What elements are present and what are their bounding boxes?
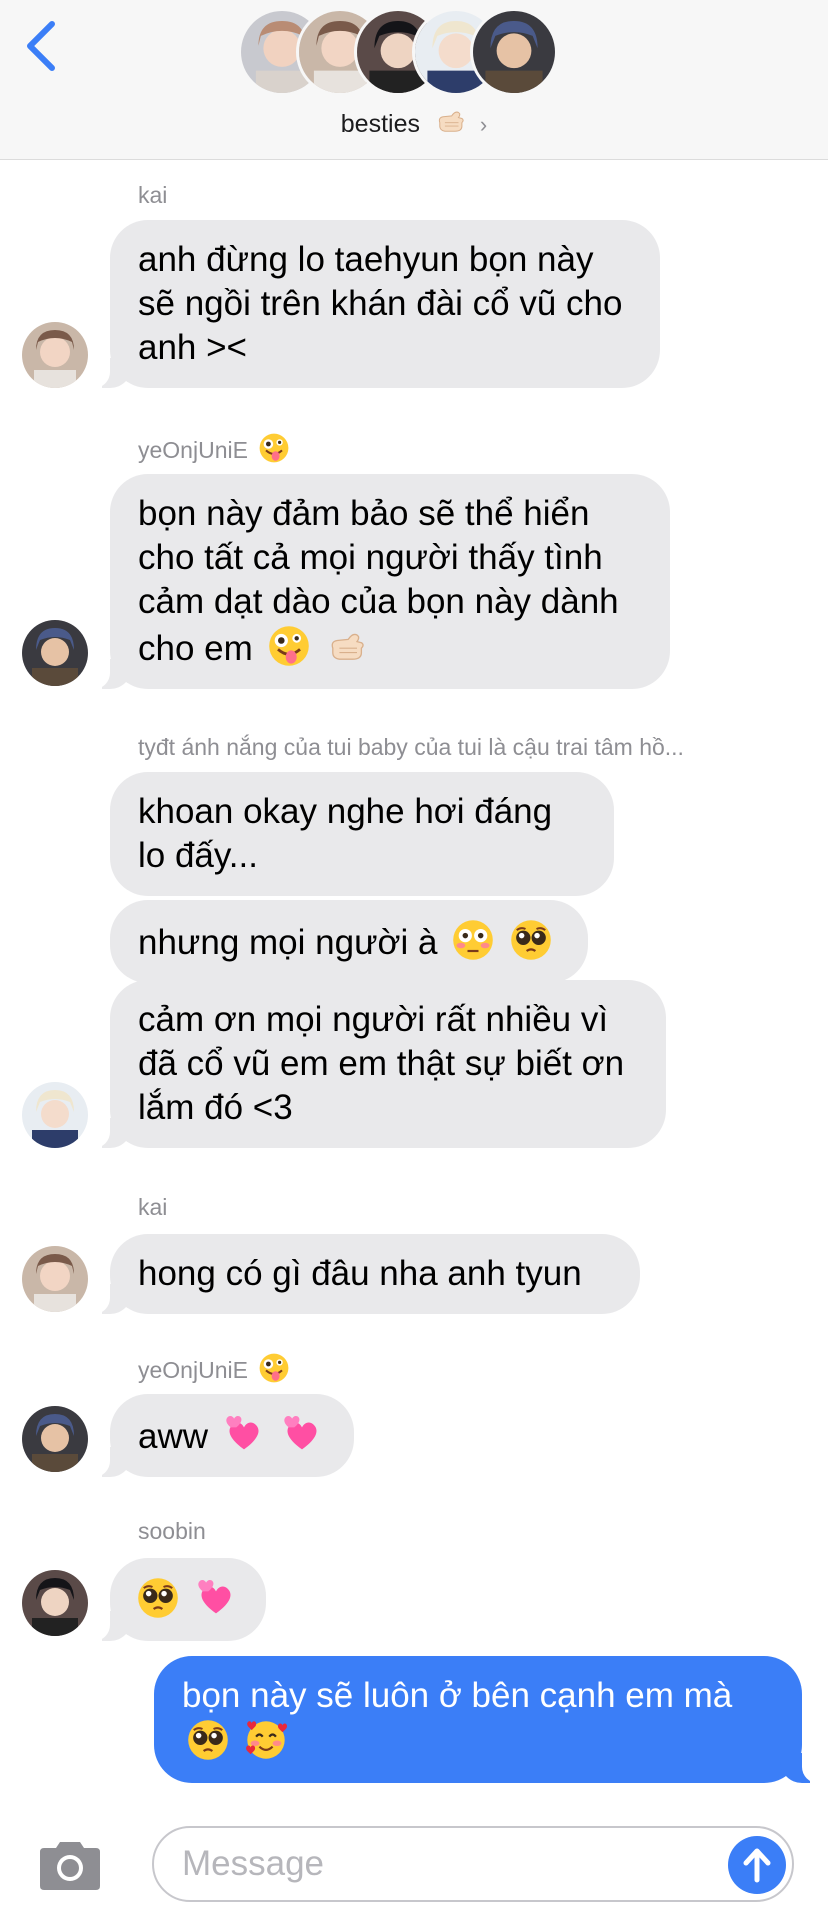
pleading-face-icon	[509, 918, 553, 962]
send-button[interactable]	[728, 1836, 786, 1894]
zany-face-icon	[258, 432, 290, 464]
sender-name: soobin	[138, 1518, 206, 1544]
avatar[interactable]	[22, 620, 88, 686]
message-bubble[interactable]: hong có gì đâu nha anh tyun	[88, 1234, 640, 1314]
chevron-right-icon: ›	[479, 112, 488, 137]
message-bubble[interactable]: anh đừng lo taehyun bọn này sẽ ngồi trên…	[88, 220, 660, 388]
zany-face-icon	[267, 624, 311, 668]
two-hearts-icon	[194, 1576, 238, 1620]
message-text: aww	[138, 1417, 209, 1456]
chevron-left-icon	[27, 21, 55, 71]
sender-name: kai	[138, 1194, 168, 1220]
message-bubble[interactable]: bọn này đảm bảo sẽ thể hiển cho tất cả m…	[88, 474, 670, 689]
zany-face-icon	[258, 1352, 290, 1384]
two-hearts-icon	[280, 1412, 324, 1456]
camera-icon	[40, 1842, 100, 1890]
message-text: cảm ơn mọi người rất nhiều vì đã cổ vũ e…	[138, 1000, 625, 1127]
message-bubble[interactable]: cảm ơn mọi người rất nhiều vì đã cổ vũ e…	[88, 980, 666, 1148]
group-avatars[interactable]	[238, 8, 598, 98]
message-text: bọn này đảm bảo sẽ thể hiển cho tất cả m…	[138, 494, 619, 668]
flushed-face-icon	[451, 918, 495, 962]
pleading-face-icon	[186, 1718, 230, 1762]
message-text: bọn này sẽ luôn ở bên cạnh em mà	[182, 1676, 733, 1715]
message-bubble[interactable]: khoan okay nghe hơi đáng lo đấy...	[110, 772, 614, 896]
avatar[interactable]	[22, 322, 88, 388]
message-input[interactable]	[152, 1826, 794, 1902]
call-me-hand-icon	[433, 104, 467, 138]
back-button[interactable]	[22, 18, 62, 74]
camera-button[interactable]	[34, 1838, 106, 1894]
avatar[interactable]	[22, 1082, 88, 1148]
sender-name: kai	[138, 182, 168, 208]
sender-name: tyđt ánh nắng của tui baby của tui là cậ…	[138, 734, 684, 760]
message-text: khoan okay nghe hơi đáng lo đấy...	[138, 792, 553, 875]
sender-name: yeOnjUniE	[138, 432, 290, 465]
outgoing-message-bubble[interactable]: bọn này sẽ luôn ở bên cạnh em mà	[154, 1656, 824, 1783]
message-text: anh đừng lo taehyun bọn này sẽ ngồi trên…	[138, 240, 623, 367]
call-me-hand-icon	[324, 624, 368, 668]
message-text: hong có gì đâu nha anh tyun	[138, 1254, 582, 1293]
message-text: nhưng mọi người à	[138, 923, 438, 962]
two-hearts-icon	[222, 1412, 266, 1456]
avatar[interactable]	[22, 1570, 88, 1636]
message-bubble[interactable]: aww	[88, 1394, 354, 1477]
member-avatar	[470, 8, 558, 96]
message-bubble[interactable]: nhưng mọi người à	[110, 900, 588, 983]
message-bubble[interactable]	[88, 1558, 266, 1641]
conversation-header: besties ›	[0, 0, 828, 160]
group-title-text: besties	[340, 110, 420, 138]
arrow-up-icon	[743, 1848, 771, 1883]
smiling-face-with-hearts-icon	[244, 1718, 288, 1762]
avatar[interactable]	[22, 1406, 88, 1472]
avatar[interactable]	[22, 1246, 88, 1312]
group-title[interactable]: besties ›	[0, 104, 828, 142]
pleading-face-icon	[136, 1576, 180, 1620]
sender-name: yeOnjUniE	[138, 1352, 290, 1385]
